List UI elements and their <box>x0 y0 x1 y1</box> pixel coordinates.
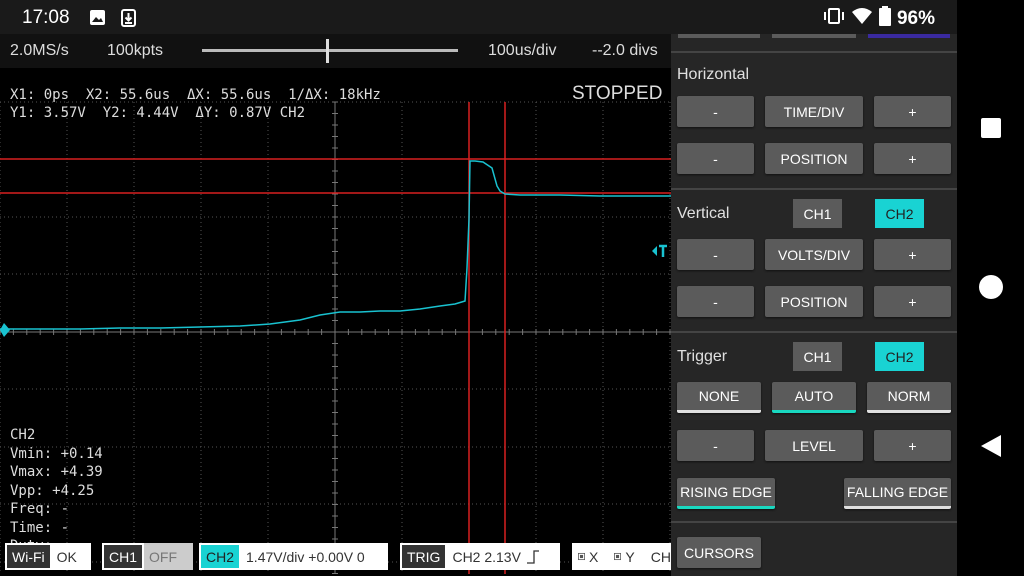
trigger-auto-button[interactable]: AUTO <box>772 382 856 413</box>
cursor-y-readout: Y1: 3.57V Y2: 4.44V ΔY: 0.87V CH2 <box>10 105 306 121</box>
horizontal-title: Horizontal <box>677 66 750 83</box>
trigger-status-box[interactable]: TRIG CH2 2.13V <box>400 543 560 570</box>
ch1-value: OFF <box>149 548 178 565</box>
trigger-level-button[interactable]: LEVEL <box>765 430 863 461</box>
h-position-button[interactable]: POSITION <box>765 143 863 174</box>
xy-status-box[interactable]: X Y CH <box>572 543 671 570</box>
v-position-button[interactable]: POSITION <box>765 286 863 317</box>
run-state[interactable]: STOPPED <box>572 83 662 105</box>
volts-div-decrease-button[interactable]: - <box>677 239 754 270</box>
time-div-button[interactable]: TIME/DIV <box>765 96 863 127</box>
control-panel: Horizontal - TIME/DIV + - POSITION + Ver… <box>671 34 957 576</box>
cursors-button[interactable]: CURSORS <box>677 537 761 568</box>
status-bar: 17:08 96% <box>0 0 957 34</box>
x-checkbox-icon[interactable] <box>578 552 586 561</box>
rising-edge-button[interactable]: RISING EDGE <box>677 478 775 509</box>
position-label: --2.0 divs <box>592 42 658 59</box>
ch2-status-box[interactable]: CH2 1.47V/div +0.00V 0 <box>199 543 388 570</box>
ch1-status-box[interactable]: CH1 OFF <box>102 543 193 570</box>
ch2-tag: CH2 <box>199 543 242 570</box>
scrolled-button-remnant <box>678 34 760 38</box>
volts-div-increase-button[interactable]: + <box>874 239 951 270</box>
h-position-decrease-button[interactable]: - <box>677 143 754 174</box>
clock: 17:08 <box>22 7 70 28</box>
h-position-increase-button[interactable]: + <box>874 143 951 174</box>
trigger-ch1-button[interactable]: CH1 <box>793 342 842 371</box>
scrolled-button-remnant <box>868 34 950 38</box>
rising-edge-icon <box>526 549 539 564</box>
divider <box>671 188 957 190</box>
trigger-level-marker[interactable] <box>652 246 657 256</box>
cursor-readout: X1: 0ps X2: 55.6us ΔX: 55.6us 1/ΔX: 18kH… <box>10 86 381 122</box>
trigger-norm-button[interactable]: NORM <box>867 382 951 413</box>
measure-time: Time: - <box>10 519 70 536</box>
recents-button[interactable] <box>957 98 1024 158</box>
vertical-ch1-button[interactable]: CH1 <box>793 199 842 228</box>
y-checkbox-icon[interactable] <box>614 552 622 561</box>
divider <box>671 331 957 333</box>
xy-ch-label: CH <box>650 548 671 565</box>
y-label: Y <box>625 548 635 565</box>
acquisition-info-bar: 2.0MS/s 100kpts 100us/div --2.0 divs <box>0 34 671 68</box>
triangle-back-icon <box>980 435 1001 457</box>
scrolled-button-remnant <box>772 34 856 38</box>
x-label: X <box>589 548 599 565</box>
trigger-title: Trigger <box>677 348 728 365</box>
time-div-decrease-button[interactable]: - <box>677 96 754 127</box>
divider <box>671 51 957 53</box>
wifi-tag: Wi-Fi <box>5 543 52 570</box>
wifi-value: OK <box>56 548 77 565</box>
measure-channel: CH2 <box>10 427 36 443</box>
vertical-title: Vertical <box>677 205 730 222</box>
v-position-decrease-button[interactable]: - <box>677 286 754 317</box>
gallery-icon <box>89 9 106 31</box>
ch1-tag: CH1 <box>102 543 145 570</box>
measure-vmin: Vmin: +0.14 <box>10 445 103 462</box>
download-icon <box>121 9 136 32</box>
volts-div-button[interactable]: VOLTS/DIV <box>765 239 863 270</box>
vertical-ch2-button[interactable]: CH2 <box>875 199 924 228</box>
slider-thumb[interactable] <box>326 39 329 63</box>
home-button[interactable] <box>957 257 1024 317</box>
ch2-ground-marker[interactable] <box>0 323 10 337</box>
measurements-panel: CH2 Vmin: +0.14 Vmax: +4.39 Vpp: +4.25 Freq:… <box>10 426 103 556</box>
navigation-bar <box>957 0 1024 576</box>
trigger-ch2-button[interactable]: CH2 <box>875 342 924 371</box>
oscilloscope-area: 2.0MS/s 100kpts 100us/div --2.0 divs X1:… <box>0 34 671 576</box>
square-icon <box>980 118 1001 138</box>
v-position-increase-button[interactable]: + <box>874 286 951 317</box>
measure-freq: Freq: - <box>10 501 70 517</box>
battery-icon <box>878 6 891 32</box>
trigger-level-increase-button[interactable]: + <box>874 430 951 461</box>
back-button[interactable] <box>957 416 1024 476</box>
wifi-status-box[interactable]: Wi-Fi OK <box>5 543 91 570</box>
trigger-level-decrease-button[interactable]: - <box>677 430 754 461</box>
trig-value: CH2 2.13V <box>452 548 521 565</box>
measure-vmax: Vmax: +4.39 <box>10 464 103 480</box>
measure-vpp: Vpp: +4.25 <box>10 482 95 499</box>
horizontal-position-slider[interactable] <box>202 49 458 52</box>
vibrate-icon <box>823 7 845 31</box>
circle-icon <box>978 275 1003 299</box>
trig-tag: TRIG <box>400 543 448 570</box>
divider <box>671 521 957 523</box>
cursor-x-readout: X1: 0ps X2: 55.6us ΔX: 55.6us 1/ΔX: 18kH… <box>10 87 381 103</box>
ch2-value: 1.47V/div +0.00V 0 <box>246 548 365 565</box>
wifi-icon <box>851 7 873 31</box>
trigger-none-button[interactable]: NONE <box>677 382 761 413</box>
falling-edge-button[interactable]: FALLING EDGE <box>844 478 951 509</box>
battery-level: 96% <box>896 8 935 29</box>
sample-rate: 2.0MS/s <box>10 42 69 59</box>
timebase-label: 100us/div <box>488 42 557 59</box>
record-length: 100kpts <box>107 42 164 59</box>
time-div-increase-button[interactable]: + <box>874 96 951 127</box>
trigger-t-marker <box>659 244 667 257</box>
